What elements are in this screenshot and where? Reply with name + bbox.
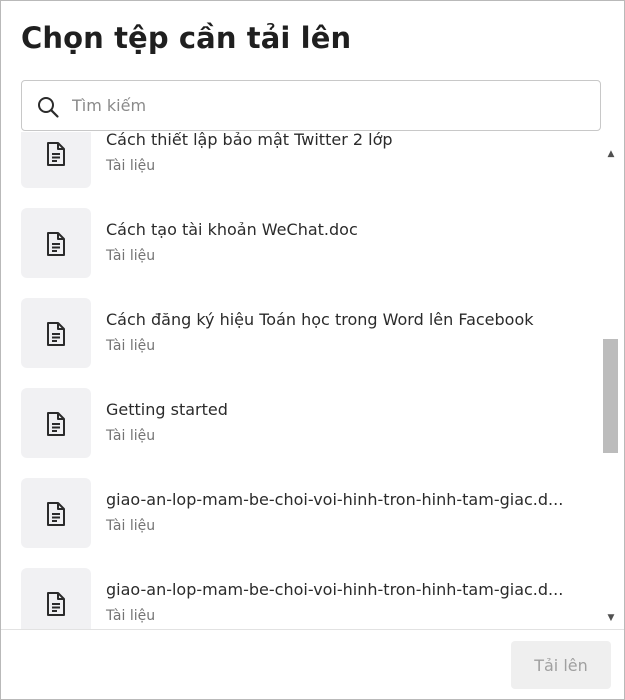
file-type: Tài liệu (106, 248, 156, 264)
file-name: Cách đăng ký hiệu Toán học trong Word lê… (106, 310, 534, 329)
list-item[interactable]: Getting started Tài liệu (1, 378, 601, 468)
file-picker-dialog: Chọn tệp cần tải lên Cách thiết lập (0, 0, 625, 700)
document-icon (47, 142, 65, 166)
list-item[interactable]: Cách thiết lập bảo mật Twitter 2 lớp Tài… (1, 132, 601, 198)
document-icon (47, 322, 65, 346)
file-thumbnail (21, 208, 91, 278)
scrollbar-thumb[interactable] (603, 339, 618, 453)
list-item[interactable]: Cách tạo tài khoản WeChat.doc Tài liệu (1, 198, 601, 288)
list-item[interactable]: giao-an-lop-mam-be-choi-voi-hinh-tron-hi… (1, 558, 601, 629)
list-item[interactable]: Cách đăng ký hiệu Toán học trong Word lê… (1, 288, 601, 378)
file-thumbnail (21, 478, 91, 548)
document-icon (47, 412, 65, 436)
document-icon (47, 592, 65, 616)
search-box[interactable] (21, 80, 601, 131)
file-thumbnail (21, 132, 91, 188)
file-name: Cách tạo tài khoản WeChat.doc (106, 220, 358, 239)
search-input[interactable] (72, 81, 592, 130)
file-type: Tài liệu (106, 158, 156, 174)
file-thumbnail (21, 568, 91, 629)
file-name: Getting started (106, 400, 228, 419)
scroll-down-arrow-icon[interactable]: ▼ (601, 611, 621, 625)
dialog-title: Chọn tệp cần tải lên (21, 21, 352, 55)
file-type: Tài liệu (106, 608, 156, 624)
document-icon (47, 232, 65, 256)
file-name: giao-an-lop-mam-be-choi-voi-hinh-tron-hi… (106, 580, 564, 599)
file-type: Tài liệu (106, 428, 156, 444)
file-type: Tài liệu (106, 338, 156, 354)
list-item[interactable]: giao-an-lop-mam-be-choi-voi-hinh-tron-hi… (1, 468, 601, 558)
document-icon (47, 502, 65, 526)
file-thumbnail (21, 298, 91, 368)
search-icon (38, 97, 59, 118)
file-type: Tài liệu (106, 518, 156, 534)
file-list[interactable]: Cách thiết lập bảo mật Twitter 2 lớp Tài… (1, 132, 601, 629)
upload-button[interactable]: Tải lên (511, 641, 611, 689)
file-thumbnail (21, 388, 91, 458)
file-name: giao-an-lop-mam-be-choi-voi-hinh-tron-hi… (106, 490, 564, 509)
dialog-footer: Tải lên (1, 629, 624, 699)
list-scrollbar[interactable]: ▲ ▼ (601, 141, 621, 629)
file-name: Cách thiết lập bảo mật Twitter 2 lớp (106, 132, 393, 149)
scroll-up-arrow-icon[interactable]: ▲ (601, 147, 621, 161)
